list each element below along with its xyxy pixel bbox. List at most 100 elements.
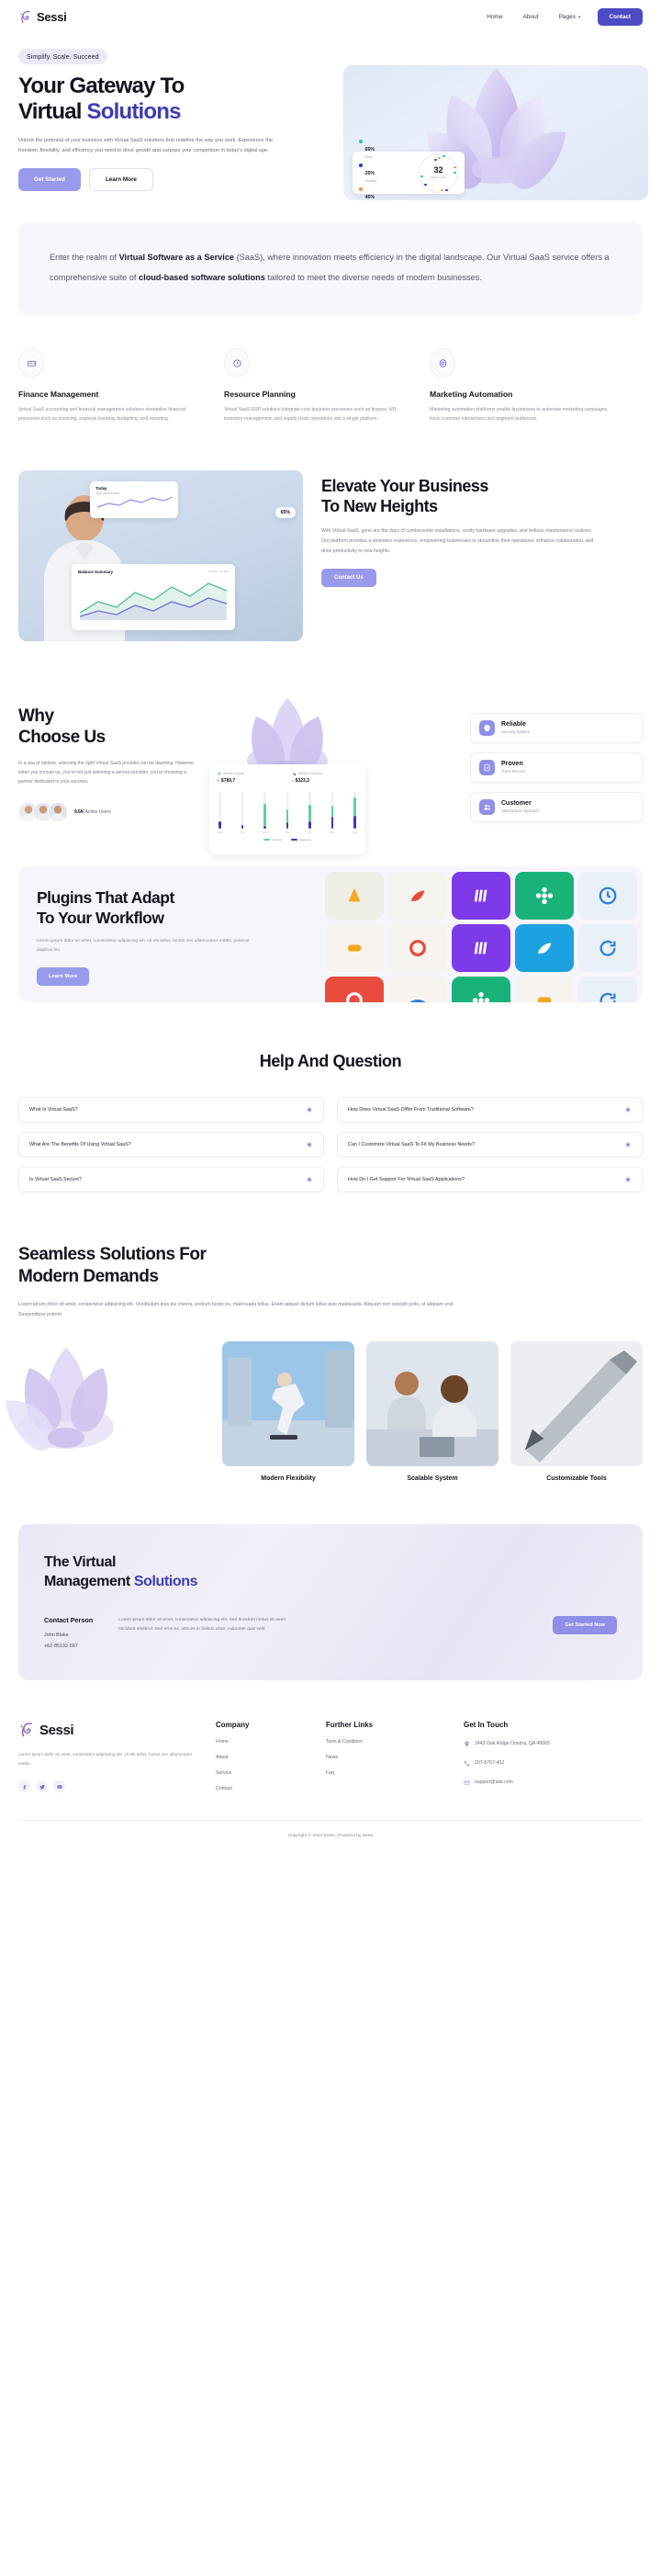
footer-link-about[interactable]: About xyxy=(216,1755,326,1760)
plus-circle-icon[interactable] xyxy=(624,1141,632,1148)
clipboard-check-icon xyxy=(479,759,495,775)
learn-more-button[interactable]: Learn More xyxy=(88,168,153,191)
plugins-learn-more-button[interactable]: Learn More xyxy=(37,967,90,987)
brand-logo[interactable]: Sessi xyxy=(18,9,67,25)
footer-brand-column: Sessi Lorem ipsum dolor sit amet, consec… xyxy=(18,1721,216,1793)
get-started-button[interactable]: Get Started xyxy=(18,168,81,191)
youtube-glyph-icon xyxy=(57,1785,62,1789)
feature-card-proven[interactable]: Proven Track Record xyxy=(470,751,643,783)
plugin-tile[interactable] xyxy=(578,871,637,920)
finance-chart-icon xyxy=(18,348,44,378)
plugin-tile[interactable] xyxy=(452,923,510,972)
bar-column: Mon xyxy=(218,791,222,834)
plugin-tile[interactable] xyxy=(515,923,574,972)
plugin-tile[interactable] xyxy=(388,923,447,972)
plugin-tile[interactable] xyxy=(578,976,637,1002)
plus-circle-icon[interactable] xyxy=(306,1106,313,1113)
faq-item[interactable]: Can I Customize Virtual SaaS To Fit My B… xyxy=(337,1131,643,1158)
feature-title: Customer xyxy=(501,800,532,808)
weekly-income-block: Weekly Income + $789,7 xyxy=(217,772,283,784)
plugin-tile[interactable] xyxy=(578,923,637,972)
why-feature-list: Reliable Security System Proven Track Re… xyxy=(470,698,643,822)
seamless-card-customizable-tools[interactable]: Customizable Tools xyxy=(510,1341,643,1482)
seamless-card-modern-flexibility[interactable]: Modern Flexibility xyxy=(222,1341,354,1482)
finance-widget: Weekly Income + $789,7 Weekly Expenses -… xyxy=(209,697,365,854)
bar-track xyxy=(286,791,289,829)
nav-link-pages[interactable]: Pages ▾ xyxy=(559,14,581,20)
plugin-tile[interactable] xyxy=(388,976,447,1002)
cta-get-started-now-button[interactable]: Get Started Now xyxy=(553,1616,617,1635)
feature-card-reliable[interactable]: Reliable Security System xyxy=(470,712,643,743)
plus-circle-icon[interactable] xyxy=(306,1141,313,1148)
bar-segment-expense xyxy=(241,824,244,829)
faq-item[interactable]: How Does Virtual SaaS Differ From Tradit… xyxy=(337,1096,643,1123)
bar-track xyxy=(353,791,356,829)
faq-item[interactable]: What Are The Benefits Of Using Virtual S… xyxy=(18,1131,324,1158)
youtube-icon[interactable] xyxy=(53,1780,65,1793)
elevate-section: Today Daily performance 65% Balance Summ… xyxy=(0,424,661,641)
top-navigation-bar: Sessi Home About Pages ▾ Contact xyxy=(0,0,661,34)
bar-day-label: Thu xyxy=(285,830,290,834)
legend-dot-todo-icon xyxy=(359,187,363,191)
footer-email-row[interactable]: support@site.com xyxy=(464,1779,620,1787)
faq-item[interactable]: What Is Virtual SaaS? xyxy=(18,1096,324,1123)
active-users-text: 9.6K Active Users xyxy=(74,809,111,815)
plugin-tile[interactable] xyxy=(388,871,447,920)
expense-sign: - xyxy=(292,777,294,784)
plugin-tile[interactable] xyxy=(325,923,384,972)
seamless-card-image xyxy=(366,1341,499,1467)
cta-section: The Virtual Management Solutions Contact… xyxy=(18,1524,643,1681)
nav-link-about[interactable]: About xyxy=(523,14,539,20)
footer: Sessi Lorem ipsum dolor sit amet, consec… xyxy=(0,1680,661,1793)
elevate-contact-us-button[interactable]: Contact Us xyxy=(321,569,376,588)
elevate-paragraph: With Virtual SaaS, gone are the days of … xyxy=(321,528,594,554)
plugin-tile[interactable] xyxy=(452,976,510,1002)
seamless-card-scalable-system[interactable]: Scalable System xyxy=(366,1341,499,1482)
plugin-tile[interactable] xyxy=(515,871,574,920)
seamless-title-line2: Modern Demands xyxy=(18,1266,159,1286)
users-glyph-icon xyxy=(484,804,490,810)
contact-button[interactable]: Contact xyxy=(597,8,643,26)
copyright-text: Copyright © 2024 Sessi | Powered by Sess… xyxy=(287,1834,374,1839)
plus-circle-icon[interactable] xyxy=(306,1176,313,1183)
footer-address: 2443 Oak Ridge Omaha, QA 45065 xyxy=(475,1741,550,1747)
flower-icon xyxy=(535,887,554,904)
plus-circle-icon[interactable] xyxy=(624,1106,632,1113)
footer-link-home[interactable]: Home xyxy=(216,1739,326,1745)
faq-heading: Help And Question xyxy=(259,1051,402,1070)
users-icon xyxy=(479,798,495,815)
twitter-icon[interactable] xyxy=(36,1780,48,1793)
seamless-title-line1: Seamless Solutions For xyxy=(18,1244,207,1264)
footer-company-heading: Company xyxy=(216,1721,250,1730)
footer-link-news[interactable]: News xyxy=(326,1755,464,1760)
footer-link-service[interactable]: Service xyxy=(216,1770,326,1776)
plugin-tile[interactable] xyxy=(325,871,384,920)
twitter-glyph-icon xyxy=(39,1784,45,1790)
feature-card-customer[interactable]: Customer Satisfaction Approach xyxy=(470,791,643,822)
plugin-tile[interactable] xyxy=(452,871,510,920)
why-paragraph: In a sea of options, selecting the right… xyxy=(18,760,195,785)
footer-link-faq[interactable]: Faq xyxy=(326,1770,464,1776)
faq-item[interactable]: How Do I Get Support For Virtual SaaS Ap… xyxy=(337,1166,643,1192)
income-sign: + xyxy=(217,777,219,784)
service-title: Resource Planning xyxy=(224,390,296,400)
feature-text: Customer Satisfaction Approach xyxy=(501,800,540,813)
nav-link-home[interactable]: Home xyxy=(487,14,502,20)
footer-link-terms[interactable]: Term & Condition xyxy=(326,1739,464,1745)
elevate-title-line1: Elevate Your Business xyxy=(321,476,488,495)
chevron-down-icon: ▾ xyxy=(578,14,581,20)
cta-contact-name: John Blake xyxy=(44,1633,69,1639)
plugin-tile[interactable] xyxy=(515,976,574,1002)
footer-link-contact[interactable]: Contact xyxy=(216,1786,326,1791)
faq-item[interactable]: Is Virtual SaaS Secure? xyxy=(18,1166,324,1192)
cta-contact-person: Contact Person John Blake +62-85132-567 xyxy=(44,1616,93,1649)
plugin-tile[interactable] xyxy=(325,976,384,1002)
team-meeting-photo-icon xyxy=(366,1341,499,1467)
balance-area-chart-icon xyxy=(79,582,228,620)
services-section: Finance Management Virtual SaaS accounti… xyxy=(0,315,661,424)
seamless-paragraph: Lorem ipsum dolor sit amet, consectetur … xyxy=(18,1301,454,1317)
facebook-icon[interactable] xyxy=(18,1780,30,1793)
plus-circle-icon[interactable] xyxy=(624,1176,632,1183)
footer-logo[interactable]: Sessi xyxy=(18,1721,216,1739)
footer-phone-row[interactable]: 207-8767-452 xyxy=(464,1759,620,1768)
